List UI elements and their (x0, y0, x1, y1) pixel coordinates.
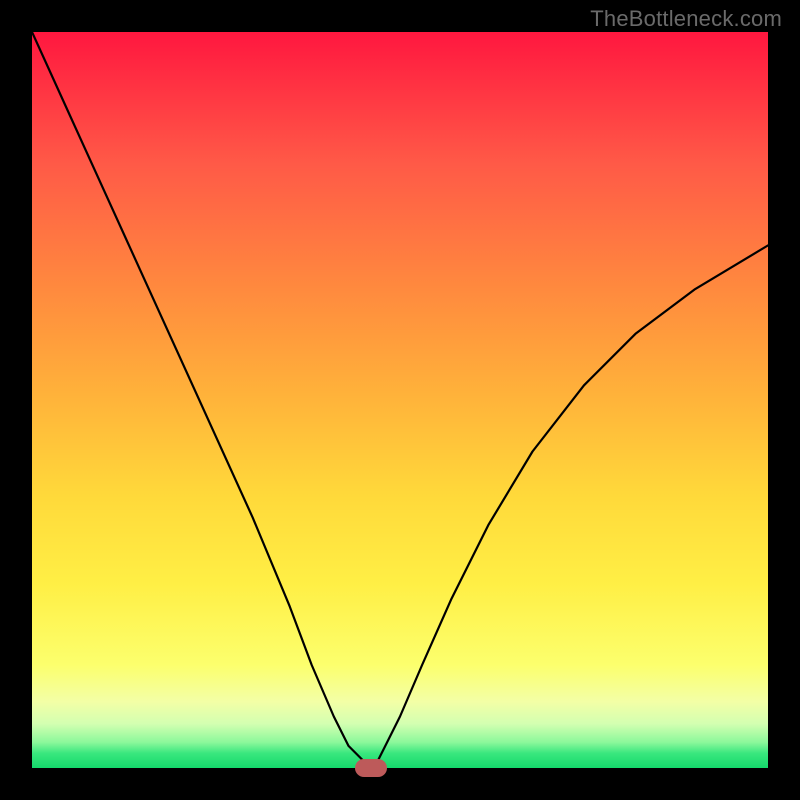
bottleneck-curve (32, 32, 768, 768)
optimum-marker (355, 759, 387, 777)
chart-frame: TheBottleneck.com (0, 0, 800, 800)
watermark-text: TheBottleneck.com (590, 6, 782, 32)
plot-area (32, 32, 768, 768)
curve-overlay (32, 32, 768, 768)
